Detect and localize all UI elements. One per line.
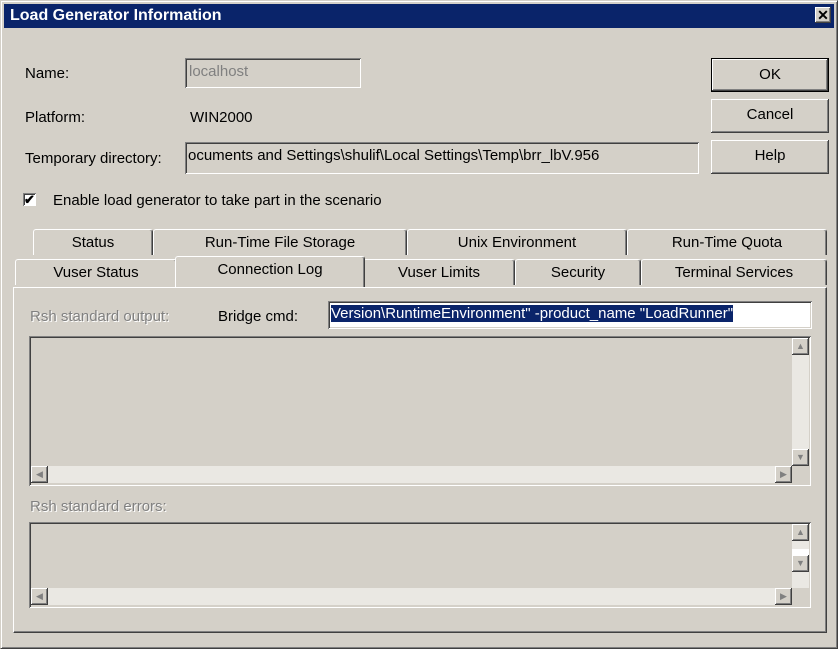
horizontal-scrollbar[interactable] bbox=[31, 588, 792, 605]
bridge-cmd-input[interactable]: Version\RuntimeEnvironment" -product_nam… bbox=[328, 301, 812, 329]
vertical-scrollbar[interactable] bbox=[792, 338, 809, 466]
scroll-down-icon[interactable]: ▼ bbox=[792, 555, 809, 572]
checkmark-icon: ✔ bbox=[24, 192, 35, 207]
cancel-button[interactable]: Cancel bbox=[711, 99, 829, 133]
enable-load-generator-label: Enable load generator to take part in th… bbox=[53, 192, 382, 209]
scroll-down-icon[interactable]: ▼ bbox=[792, 449, 809, 466]
scroll-left-icon[interactable]: ◀ bbox=[31, 588, 48, 605]
name-label: Name: bbox=[25, 65, 70, 82]
bridge-cmd-value: Version\RuntimeEnvironment" -product_nam… bbox=[331, 305, 734, 322]
tab-terminal-services[interactable]: Terminal Services bbox=[641, 259, 827, 285]
rsh-stdout-label: Rsh standard output: bbox=[30, 308, 170, 325]
help-button[interactable]: Help bbox=[711, 140, 829, 174]
rsh-stdout-textarea[interactable]: ▲ ▼ ◀ ▶ bbox=[29, 336, 811, 486]
close-icon[interactable]: ✕ bbox=[815, 7, 831, 23]
tab-status[interactable]: Status bbox=[33, 229, 153, 255]
dialog-title: Load Generator Information bbox=[10, 7, 222, 24]
ok-button[interactable]: OK bbox=[711, 58, 829, 92]
tab-vuser-limits[interactable]: Vuser Limits bbox=[363, 259, 515, 285]
bridge-cmd-label: Bridge cmd: bbox=[218, 308, 299, 325]
dialog-window: Load Generator Information ✕ Name: local… bbox=[0, 0, 838, 649]
name-field[interactable]: localhost bbox=[185, 58, 361, 88]
temp-directory-field[interactable]: ocuments and Settings\shulif\Local Setti… bbox=[185, 142, 699, 174]
temp-directory-label: Temporary directory: bbox=[25, 150, 162, 167]
scroll-left-icon[interactable]: ◀ bbox=[31, 466, 48, 483]
title-bar[interactable]: Load Generator Information ✕ bbox=[4, 4, 834, 28]
connection-log-panel: Rsh standard output: Bridge cmd: Version… bbox=[13, 287, 827, 633]
scroll-up-icon[interactable]: ▲ bbox=[792, 338, 809, 355]
scrollbar-corner bbox=[792, 466, 809, 483]
scroll-up-icon[interactable]: ▲ bbox=[792, 524, 809, 541]
scroll-right-icon[interactable]: ▶ bbox=[775, 466, 792, 483]
rsh-stderr-label: Rsh standard errors: bbox=[30, 498, 167, 515]
tab-vuser-status[interactable]: Vuser Status bbox=[15, 259, 177, 285]
rsh-stderr-textarea[interactable]: ▲ ▼ ◀ ▶ bbox=[29, 522, 811, 608]
tab-connection-log[interactable]: Connection Log bbox=[175, 256, 365, 287]
tab-unix-environment[interactable]: Unix Environment bbox=[407, 229, 627, 255]
tab-runtime-file-storage[interactable]: Run-Time File Storage bbox=[153, 229, 407, 255]
platform-label: Platform: bbox=[25, 109, 86, 126]
horizontal-scrollbar[interactable] bbox=[31, 466, 792, 483]
tab-security[interactable]: Security bbox=[515, 259, 641, 285]
enable-load-generator-checkbox[interactable]: ✔ bbox=[23, 193, 36, 206]
platform-value: WIN2000 bbox=[190, 109, 253, 126]
tab-runtime-quota[interactable]: Run-Time Quota bbox=[627, 229, 827, 255]
scroll-right-icon[interactable]: ▶ bbox=[775, 588, 792, 605]
